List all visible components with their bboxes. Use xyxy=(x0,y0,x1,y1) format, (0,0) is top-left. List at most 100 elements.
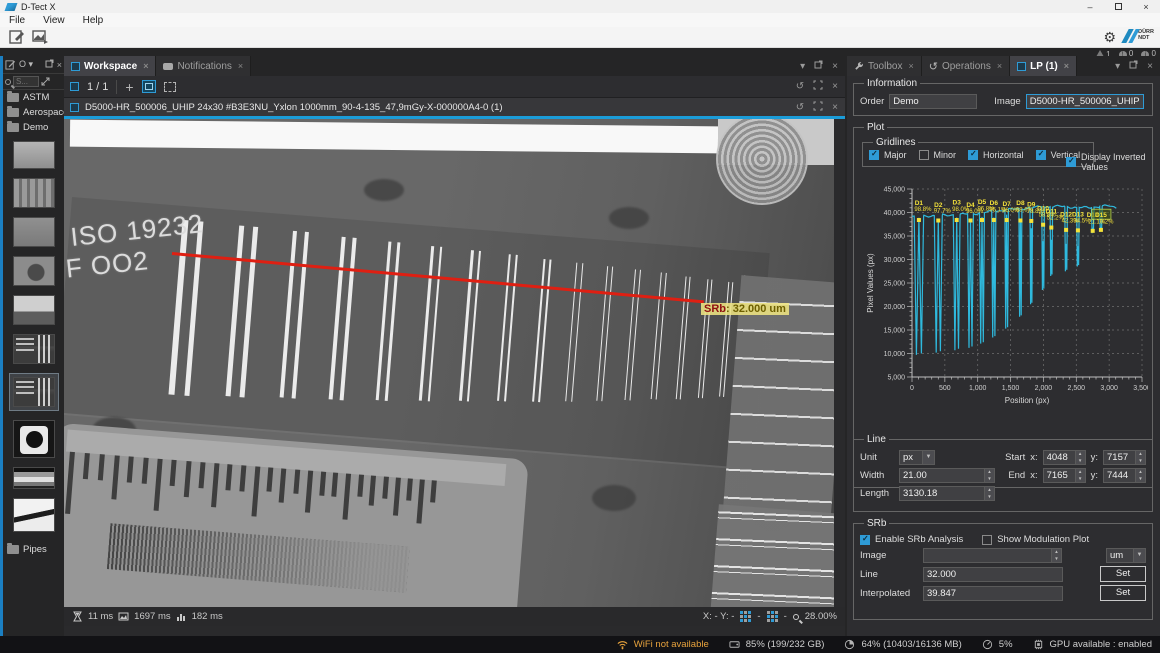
popout-icon[interactable] xyxy=(814,60,823,72)
search-input[interactable] xyxy=(13,76,39,87)
pattern-bar xyxy=(65,452,75,514)
image-tab-title[interactable]: D5000-HR_500006_UHIP 24x30 #B3E3NU_Yxlon… xyxy=(85,102,503,113)
close-icon[interactable]: × xyxy=(1147,61,1153,72)
export-image-icon[interactable] xyxy=(32,29,49,45)
collection-dropdown[interactable]: O ▾ xyxy=(19,59,33,70)
minor-gridline-label: Minor xyxy=(934,150,957,160)
vertical-gridline-checkbox[interactable] xyxy=(1036,150,1046,160)
pattern-bar xyxy=(251,466,260,516)
close-button[interactable]: × xyxy=(1132,2,1160,12)
horizontal-gridline-checkbox[interactable] xyxy=(968,150,978,160)
chevron-down-icon[interactable]: ▾ xyxy=(800,61,805,72)
thumbnail-weld[interactable] xyxy=(13,498,55,532)
length-field[interactable] xyxy=(899,486,984,501)
reset-view-icon[interactable]: ↺ xyxy=(796,81,804,92)
close-icon[interactable]: × xyxy=(832,102,838,113)
menu-file[interactable]: File xyxy=(0,15,34,26)
popout-icon[interactable] xyxy=(1129,60,1138,72)
folder-demo[interactable]: Demo xyxy=(3,120,64,135)
tab-notifications[interactable]: Notifications× xyxy=(156,56,251,76)
chevron-down-icon[interactable]: ▾ xyxy=(1115,61,1120,72)
dip-marker xyxy=(1029,219,1033,223)
srb-interpolated-field[interactable] xyxy=(923,586,1063,601)
end-y-field[interactable] xyxy=(1103,468,1135,483)
marquee-select-button[interactable] xyxy=(164,82,176,92)
chart-svg: 05001,0001,5002,0002,5003,0003,5005,0001… xyxy=(864,177,1148,437)
add-page-button[interactable]: + xyxy=(125,81,133,93)
srb-unit-dropdown[interactable]: um▼ xyxy=(1106,548,1146,563)
length-label: Length xyxy=(860,488,894,499)
tab-close-icon[interactable]: × xyxy=(1064,61,1069,71)
page-indicator: 1 / 1 xyxy=(87,81,108,93)
thumbnail-gauge[interactable] xyxy=(13,334,55,364)
start-y-field[interactable] xyxy=(1103,450,1135,465)
width-field[interactable] xyxy=(899,468,984,483)
thumbnail-bars[interactable] xyxy=(13,178,55,208)
start-x-field[interactable] xyxy=(1043,450,1075,465)
tab-toolbox[interactable]: Toolbox× xyxy=(847,56,922,76)
edit-icon[interactable] xyxy=(5,59,16,70)
reset-view-icon[interactable]: ↺ xyxy=(796,102,804,113)
minimize-button[interactable]: – xyxy=(1076,2,1104,12)
thumbnail-plain-light[interactable] xyxy=(13,141,55,169)
layout-grid-button[interactable] xyxy=(142,80,156,93)
minor-gridline-checkbox[interactable] xyxy=(919,150,929,160)
srb-image-stepper[interactable]: ▲▼ xyxy=(923,548,1062,563)
thumbnail-plain[interactable] xyxy=(13,217,55,247)
folder-pipes[interactable]: Pipes xyxy=(3,542,64,557)
pixel-grid-icon[interactable] xyxy=(767,611,778,622)
unit-dropdown[interactable]: px▼ xyxy=(899,450,935,465)
select-all-icon[interactable] xyxy=(70,82,79,91)
tab-workspace[interactable]: Workspace× xyxy=(64,56,156,76)
expand-icon[interactable] xyxy=(41,77,50,86)
folder-aerospace[interactable]: Aerospace xyxy=(3,105,64,120)
start-x-stepper[interactable]: ▲▼ xyxy=(1043,450,1086,465)
thumbnail-circle-dark[interactable] xyxy=(13,420,55,458)
window-level-grid-icon[interactable] xyxy=(740,611,751,622)
tab-lp[interactable]: LP (1)× xyxy=(1010,56,1077,76)
image-tab-icon[interactable] xyxy=(70,103,79,112)
tab-close-icon[interactable]: × xyxy=(143,61,148,71)
end-x-stepper[interactable]: ▲▼ xyxy=(1043,468,1086,483)
order-field[interactable] xyxy=(889,94,977,109)
thumbnail-half[interactable] xyxy=(13,295,55,325)
settings-gear-icon[interactable]: ⚙ xyxy=(1103,29,1116,46)
menu-view[interactable]: View xyxy=(34,15,74,26)
thumbnail-strip[interactable] xyxy=(13,467,55,489)
srb-image-field[interactable] xyxy=(923,548,1051,563)
folder-astm[interactable]: ASTM xyxy=(3,90,64,105)
srb-legend: SRb xyxy=(864,518,889,529)
fit-screen-icon[interactable] xyxy=(813,101,823,114)
pattern-bar xyxy=(279,468,287,502)
tab-close-icon[interactable]: × xyxy=(997,61,1002,71)
radiograph-viewport[interactable]: ISO 19232 F OO2 SRb: 32.000 um xyxy=(64,119,834,607)
svg-text:5,000: 5,000 xyxy=(887,375,905,382)
set-line-button[interactable]: Set xyxy=(1100,566,1146,582)
srb-line-field[interactable] xyxy=(923,567,1063,582)
end-x-field[interactable] xyxy=(1043,468,1075,483)
close-icon[interactable]: × xyxy=(832,81,838,92)
show-modulation-checkbox[interactable] xyxy=(982,535,992,545)
tab-close-icon[interactable]: × xyxy=(238,61,243,71)
width-stepper[interactable]: ▲▼ xyxy=(899,468,995,483)
length-stepper[interactable]: ▲▼ xyxy=(899,486,995,501)
set-interpolated-button[interactable]: Set xyxy=(1100,585,1146,601)
tab-operations[interactable]: ↺ Operations× xyxy=(922,56,1010,76)
enable-srb-checkbox[interactable] xyxy=(860,535,870,545)
thumbnail-gauge[interactable] xyxy=(13,377,55,407)
new-report-icon[interactable] xyxy=(9,29,26,45)
close-panel-icon[interactable]: × xyxy=(57,60,62,70)
major-gridline-checkbox[interactable] xyxy=(869,150,879,160)
image-field[interactable] xyxy=(1026,94,1144,109)
tab-close-icon[interactable]: × xyxy=(908,61,913,71)
popout-icon[interactable] xyxy=(45,59,54,70)
start-y-stepper[interactable]: ▲▼ xyxy=(1103,450,1146,465)
end-y-stepper[interactable]: ▲▼ xyxy=(1103,468,1146,483)
maximize-button[interactable] xyxy=(1104,2,1132,12)
thumbnail-blob[interactable] xyxy=(13,256,55,286)
close-icon[interactable]: × xyxy=(832,61,838,72)
menu-help[interactable]: Help xyxy=(74,15,113,26)
fit-screen-icon[interactable] xyxy=(813,80,823,93)
display-inverted-checkbox[interactable] xyxy=(1066,157,1076,167)
zoom-level[interactable]: 28.00% xyxy=(805,611,837,622)
